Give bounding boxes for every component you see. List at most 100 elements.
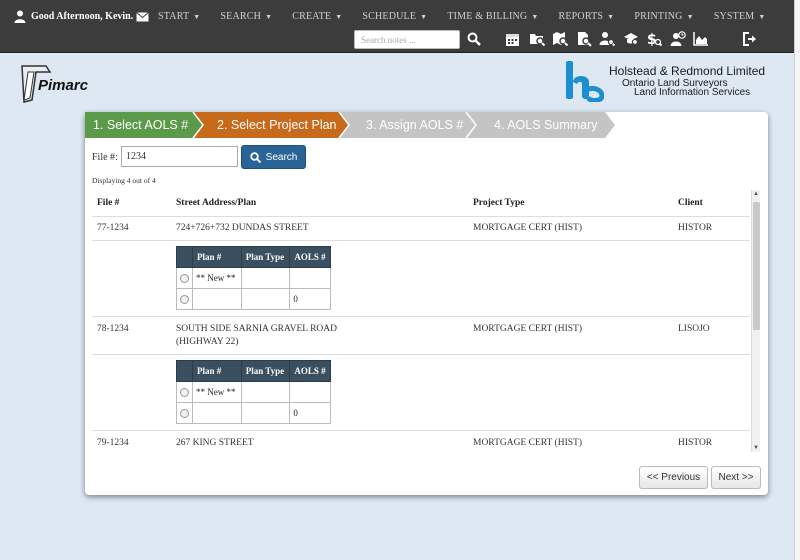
- sub-cell-plan-type: [240, 381, 291, 403]
- chart-icon[interactable]: [693, 31, 709, 47]
- caret-down-icon: ▼: [607, 12, 615, 21]
- sub-header-plan: Plan #: [192, 246, 242, 268]
- scroll-down-arrow-icon[interactable]: ▼: [753, 445, 759, 451]
- search-icon: [249, 151, 261, 163]
- sub-cell-plan-type: [240, 288, 291, 310]
- calendar-icon[interactable]: [505, 31, 521, 47]
- search-button-label: Search: [265, 151, 298, 163]
- column-header-address[interactable]: Street Address/Plan: [176, 198, 256, 208]
- folder-search-icon[interactable]: [529, 31, 545, 47]
- column-header-file[interactable]: File #: [97, 198, 119, 208]
- menu-reports[interactable]: REPORTS ▼: [558, 11, 614, 22]
- caret-down-icon: ▼: [686, 12, 694, 21]
- sub-header-aols: AOLS #: [289, 360, 331, 382]
- sub-cell-aols: 0: [289, 288, 331, 310]
- divider: [92, 354, 750, 355]
- row-client: LISOJO: [678, 324, 710, 334]
- row-file[interactable]: 79-1234: [97, 437, 129, 450]
- logout-icon[interactable]: [743, 32, 758, 46]
- table-scrollbar[interactable]: ▲ ▼: [751, 190, 760, 452]
- row-client: HISTOR: [678, 438, 713, 448]
- sub-cell-aols: [289, 267, 331, 289]
- previous-button[interactable]: << Previous: [639, 466, 708, 489]
- user-clock-icon[interactable]: [670, 31, 686, 47]
- row-project-type: MORTGAGE CERT (HIST): [473, 223, 582, 233]
- scrollbar-thumb[interactable]: [753, 202, 760, 330]
- row-address: 724+726+732 DUNDAS STREET: [176, 223, 309, 233]
- row-project-type: MORTGAGE CERT (HIST): [473, 324, 582, 334]
- company-name: Holstead & Redmond Limited: [609, 64, 766, 78]
- scroll-up-arrow-icon[interactable]: ▲: [753, 191, 759, 197]
- group-search-icon[interactable]: [623, 31, 639, 47]
- divider: [92, 430, 750, 431]
- map-search-icon[interactable]: [552, 31, 568, 47]
- company-subtitle-2: Land Information Services: [634, 87, 751, 98]
- step-assign-aols[interactable]: 3. Assign AOLS #: [358, 112, 463, 138]
- plan-radio[interactable]: [180, 388, 189, 398]
- holstead-redmond-logo: [566, 61, 604, 102]
- plan-radio[interactable]: [180, 409, 189, 419]
- step-aols-summary[interactable]: 4. AOLS Summary: [486, 112, 598, 138]
- next-button[interactable]: Next >>: [711, 466, 761, 489]
- plan-subtable: Plan # Plan Type AOLS # ** New ** 0: [176, 360, 331, 424]
- mail-icon[interactable]: [136, 11, 150, 22]
- tool-icon-bar: $: [505, 31, 717, 47]
- menu-system[interactable]: SYSTEM ▼: [714, 11, 766, 22]
- step-select-project-plan[interactable]: 2. Select Project Plan: [209, 112, 337, 138]
- file-number-input[interactable]: [121, 146, 238, 167]
- billing-search-icon[interactable]: $: [646, 31, 662, 47]
- caret-down-icon: ▼: [193, 12, 201, 21]
- divider: [92, 240, 750, 241]
- pimarc-logo: Pimarc: [21, 65, 89, 103]
- caret-down-icon: ▼: [265, 12, 273, 21]
- caret-down-icon: ▼: [758, 12, 766, 21]
- menu-start[interactable]: START ▼: [158, 11, 200, 22]
- sub-header-plan-type: Plan Type: [240, 246, 291, 268]
- result-count: Displaying 4 out of 4: [92, 176, 156, 185]
- caret-down-icon: ▼: [335, 12, 343, 21]
- row-project-type: MORTGAGE CERT (HIST): [473, 438, 582, 448]
- main-menu: START ▼ SEARCH ▼ CREATE ▼ SCHEDULE ▼ TIME & …: [158, 11, 786, 22]
- sub-cell-aols: [289, 381, 331, 403]
- greeting-text: Good Afternoon, Kevin.: [31, 11, 134, 22]
- row-file[interactable]: 78-1234: [97, 323, 129, 336]
- results-table: File # Street Address/Plan Project Type …: [85, 190, 761, 452]
- user-greeting[interactable]: Good Afternoon, Kevin.: [14, 10, 150, 23]
- plan-radio[interactable]: [180, 274, 189, 284]
- user-search-icon[interactable]: [599, 31, 615, 47]
- search-button[interactable]: Search: [241, 145, 306, 169]
- file-number-label: File #:: [92, 152, 118, 163]
- sub-cell-plan: [192, 402, 242, 424]
- search-notes-input[interactable]: [354, 30, 460, 49]
- pimarc-logo-text: Pimarc: [38, 77, 89, 94]
- user-icon: [14, 10, 26, 23]
- document-search-icon[interactable]: [576, 31, 592, 47]
- sub-header-aols: AOLS #: [289, 246, 331, 268]
- column-header-client[interactable]: Client: [678, 198, 703, 208]
- row-file[interactable]: 77-1234: [97, 222, 129, 235]
- row-address: 267 KING STREET: [176, 438, 254, 448]
- sub-header-plan-type: Plan Type: [240, 360, 291, 382]
- sub-cell-plan: ** New **: [192, 267, 242, 289]
- window-scrollbar[interactable]: [794, 0, 800, 560]
- top-navbar: Good Afternoon, Kevin. START ▼ SEARCH ▼ CR…: [0, 0, 800, 53]
- sub-cell-aols: 0: [289, 402, 331, 424]
- menu-schedule[interactable]: SCHEDULE ▼: [362, 11, 427, 22]
- sub-cell-plan: ** New **: [192, 381, 242, 403]
- row-client: HISTOR: [678, 223, 713, 233]
- divider: [92, 216, 750, 217]
- menu-time-billing[interactable]: TIME & BILLING ▼: [447, 11, 538, 22]
- sub-cell-plan: [192, 288, 242, 310]
- step-select-aols[interactable]: 1. Select AOLS #: [85, 112, 188, 138]
- sub-header-plan: Plan #: [192, 360, 242, 382]
- menu-search[interactable]: SEARCH ▼: [220, 11, 272, 22]
- wizard-steps: 1. Select AOLS # 2. Select Project Plan …: [85, 112, 625, 138]
- svg-text:$: $: [647, 32, 657, 47]
- menu-printing[interactable]: PRINTING ▼: [634, 11, 693, 22]
- plan-radio[interactable]: [180, 295, 189, 305]
- column-header-project-type[interactable]: Project Type: [473, 198, 524, 208]
- row-address-line2: (HIGHWAY 22): [176, 337, 239, 347]
- search-icon[interactable]: [467, 32, 481, 46]
- menu-create[interactable]: CREATE ▼: [292, 11, 342, 22]
- sub-cell-plan-type: [240, 402, 291, 424]
